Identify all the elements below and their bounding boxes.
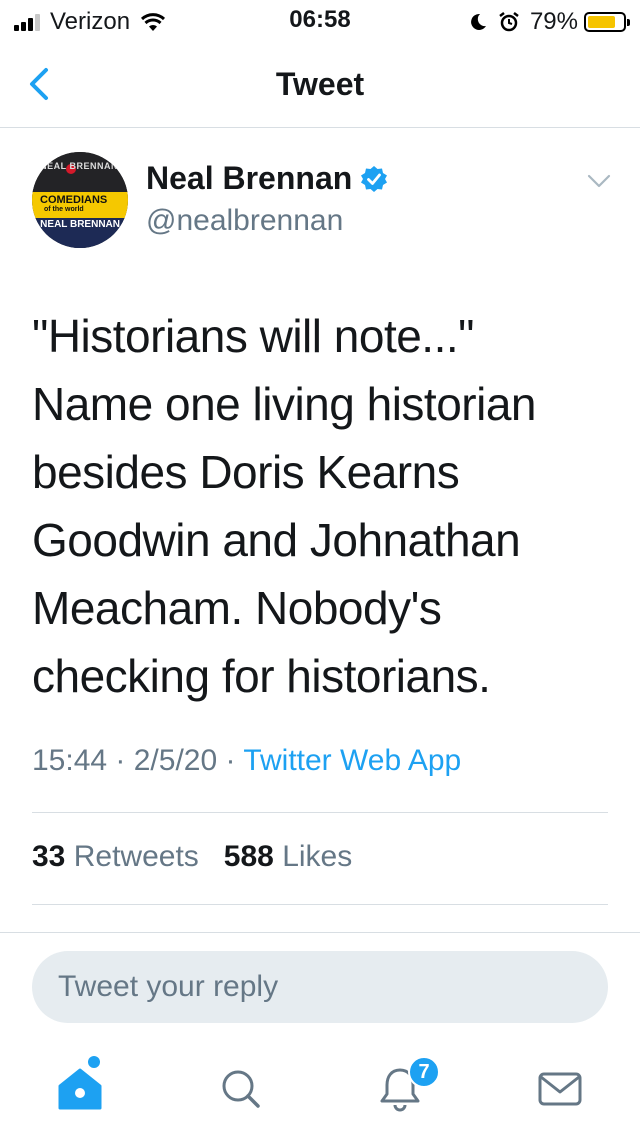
nav-bar: Tweet bbox=[0, 40, 640, 128]
retweets-stat[interactable]: 33 Retweets bbox=[32, 840, 199, 873]
status-right: 79% bbox=[468, 8, 630, 36]
chevron-down-icon[interactable] bbox=[584, 166, 614, 196]
tweet-date: 2/5/20 bbox=[133, 744, 218, 777]
messages-mail-icon[interactable] bbox=[530, 1058, 590, 1118]
page-title: Tweet bbox=[275, 66, 365, 102]
home-new-indicator bbox=[88, 1056, 100, 1068]
tweet-text-line: Meacham. Nobody's bbox=[32, 582, 442, 634]
battery-fill bbox=[588, 16, 615, 28]
tweet-stats: 33 Retweets 588 Likes bbox=[32, 840, 352, 874]
avatar-top-text: NEAL BRENNAN bbox=[40, 161, 118, 171]
tweet-text-line: checking for historians. bbox=[32, 650, 491, 702]
likes-stat[interactable]: 588 Likes bbox=[224, 840, 352, 873]
tweet-source-link[interactable]: Twitter Web App bbox=[243, 744, 461, 777]
tab-bar bbox=[0, 1040, 640, 1136]
avatar[interactable]: NEAL BRENNAN COMEDIANS of the world NEAL… bbox=[32, 152, 128, 248]
search-icon[interactable] bbox=[210, 1058, 270, 1118]
retweets-label: Retweets bbox=[73, 840, 199, 873]
battery-percent: 79% bbox=[529, 8, 578, 35]
divider bbox=[32, 812, 608, 813]
author-display-name[interactable]: Neal Brennan bbox=[146, 160, 352, 197]
divider bbox=[32, 904, 608, 905]
tweet-text-line: besides Doris Kearns bbox=[32, 446, 460, 498]
retweets-count: 33 bbox=[32, 840, 66, 873]
alarm-icon bbox=[499, 12, 519, 32]
battery-icon bbox=[584, 12, 630, 32]
reply-area: Tweet your reply bbox=[0, 932, 640, 1040]
moon-icon bbox=[471, 13, 486, 30]
verified-badge-icon bbox=[361, 165, 388, 192]
tweet-meta: 15:44 · 2/5/20 · Twitter Web App bbox=[32, 744, 462, 777]
author-handle[interactable]: @nealbrennan bbox=[146, 204, 343, 238]
status-bar: Verizon 06:58 79% bbox=[0, 0, 640, 40]
likes-count: 588 bbox=[223, 840, 274, 873]
home-icon[interactable] bbox=[50, 1058, 110, 1118]
reply-input[interactable]: Tweet your reply bbox=[32, 951, 608, 1023]
tweet-text-line: Name one living historian bbox=[32, 378, 537, 430]
tweet-text: "Historians will note..." Name one livin… bbox=[32, 302, 608, 710]
likes-label: Likes bbox=[282, 840, 353, 873]
author-name-row: Neal Brennan bbox=[146, 160, 388, 197]
tweet-text-line: Goodwin and Johnathan bbox=[32, 514, 521, 566]
tweet-text-line: "Historians will note..." bbox=[32, 310, 474, 362]
tweet-time: 15:44 bbox=[32, 744, 108, 777]
avatar-band-text: COMEDIANS bbox=[40, 194, 108, 206]
avatar-band-sub: of the world bbox=[44, 206, 84, 213]
avatar-bottom-text: NEAL BRENNAN bbox=[40, 219, 120, 230]
notifications-badge: 7 bbox=[408, 1056, 440, 1088]
